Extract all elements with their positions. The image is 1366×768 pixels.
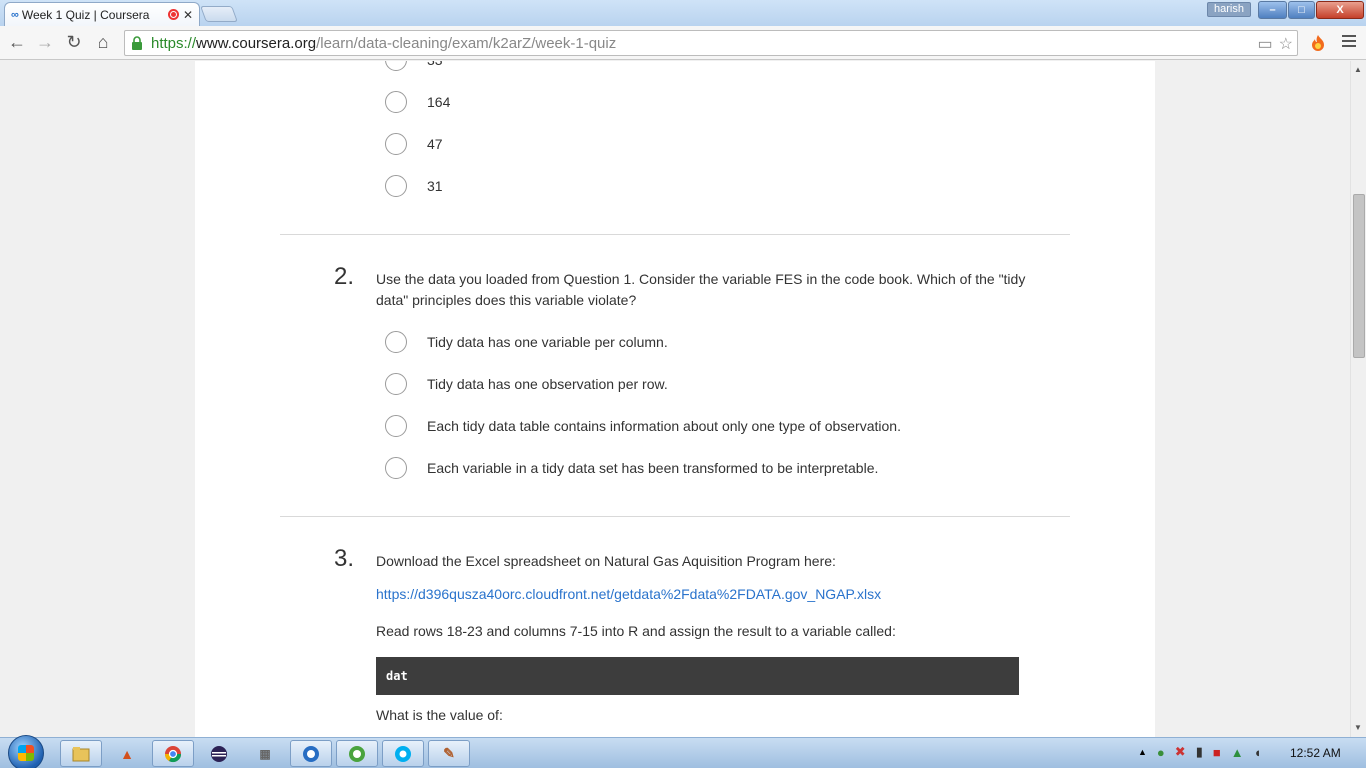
q2-option-3[interactable]: Each tidy data table contains informatio… [385, 415, 901, 437]
browser-menu-icon[interactable] [1342, 35, 1356, 50]
home-icon[interactable]: ⌂ [92, 31, 114, 53]
q3-followup: What is the value of: [376, 707, 503, 723]
minimize-button[interactable]: – [1258, 1, 1287, 19]
cast-icon[interactable]: ▭ [1258, 34, 1273, 54]
q2-option-4-label: Each variable in a tidy data set has bee… [427, 460, 879, 476]
tray-expand-icon[interactable]: ▲ [1138, 747, 1147, 757]
url-path: /learn/data-cleaning/exam/k2arZ/week-1-q… [316, 34, 617, 52]
paint-icon[interactable]: ✎ [428, 740, 470, 767]
q1-option-4-label: 31 [427, 178, 443, 194]
q1-option-3-label: 47 [427, 136, 443, 152]
forward-arrow-icon[interactable]: → [34, 31, 56, 53]
system-tray: ▲ ● ✖ ▮ ■ ▲ ◖ [1138, 744, 1261, 760]
tab-close-button[interactable]: ✕ [183, 8, 193, 22]
user-profile-badge[interactable]: harish [1207, 2, 1251, 17]
page-viewport: 33 164 47 31 2. Use the data you loaded … [0, 61, 1350, 737]
utorrent-icon[interactable] [336, 740, 378, 767]
r-studio-icon[interactable] [290, 740, 332, 767]
network-globe-icon[interactable]: ● [1157, 745, 1165, 760]
spreadsheet-link[interactable]: https://d396qusza40orc.cloudfront.net/ge… [376, 586, 881, 602]
q2-option-1[interactable]: Tidy data has one variable per column. [385, 331, 668, 353]
q2-option-2-radio[interactable] [385, 373, 407, 395]
q1-option-3[interactable]: 47 [385, 133, 443, 155]
drive-tray-icon[interactable]: ▲ [1231, 745, 1244, 760]
scrollbar-thumb[interactable] [1353, 194, 1365, 358]
file-explorer-icon[interactable] [60, 740, 102, 767]
code-block: dat [376, 657, 1019, 695]
q3-number: 3. [334, 545, 355, 572]
eclipse-icon[interactable] [198, 740, 240, 767]
q2-option-1-label: Tidy data has one variable per column. [427, 334, 668, 350]
reload-icon[interactable]: ↻ [63, 31, 85, 53]
q2-number: 2. [334, 263, 355, 290]
q2-option-1-radio[interactable] [385, 331, 407, 353]
q3-instruction: Read rows 18-23 and columns 7-15 into R … [376, 623, 896, 639]
back-arrow-icon[interactable]: ← [6, 31, 28, 53]
chrome-icon[interactable] [152, 740, 194, 767]
taskbar-clock: 12:52 AM [1290, 746, 1341, 760]
q1-option-4-radio[interactable] [385, 175, 407, 197]
bookmark-star-icon[interactable]: ☆ [1279, 34, 1293, 54]
question-divider [280, 234, 1070, 235]
browser-tab[interactable]: ∞ Week 1 Quiz | Coursera ✕ [4, 2, 200, 26]
volume-icon[interactable]: ◖ [1254, 745, 1262, 760]
matlab-icon[interactable]: ▲ [106, 740, 148, 767]
q1-option-1-label: 33 [427, 61, 443, 68]
q1-option-2-radio[interactable] [385, 91, 407, 113]
q2-option-4[interactable]: Each variable in a tidy data set has bee… [385, 457, 878, 479]
start-button[interactable] [8, 735, 44, 768]
q1-option-1-radio[interactable] [385, 61, 407, 71]
address-bar[interactable]: https://www.coursera.org/learn/data-clea… [124, 30, 1298, 56]
url-scheme: https:// [151, 34, 197, 52]
q2-option-4-radio[interactable] [385, 457, 407, 479]
url-host: www.coursera.org [196, 34, 317, 52]
calculator-icon[interactable]: ▦ [244, 740, 286, 767]
maximize-button[interactable]: □ [1288, 1, 1315, 19]
q1-option-4[interactable]: 31 [385, 175, 443, 197]
q2-option-2[interactable]: Tidy data has one observation per row. [385, 373, 668, 395]
tab-title: Week 1 Quiz | Coursera [21, 7, 150, 22]
extension-flame-icon[interactable] [1308, 33, 1328, 53]
q2-option-3-label: Each tidy data table contains informatio… [427, 418, 901, 434]
q1-option-1[interactable]: 33 [385, 61, 443, 71]
q1-option-2-label: 164 [427, 94, 451, 110]
scroll-up-icon[interactable]: ▲ [1354, 65, 1362, 74]
page-scrollbar[interactable]: ▲ ▼ [1350, 61, 1366, 737]
lock-icon [132, 36, 142, 50]
q2-option-3-radio[interactable] [385, 415, 407, 437]
q1-option-2[interactable]: 164 [385, 91, 450, 113]
window-titlebar: ∞ Week 1 Quiz | Coursera ✕ harish – □ X [0, 0, 1366, 26]
question-divider [280, 516, 1070, 517]
signal-bars-icon[interactable]: ▮ [1196, 744, 1203, 760]
app-tray-icon[interactable]: ■ [1213, 745, 1221, 760]
new-tab-button[interactable] [200, 6, 238, 22]
browser-toolbar: ← → ↻ ⌂ https://www.coursera.org/learn/d… [0, 26, 1366, 60]
q2-option-2-label: Tidy data has one observation per row. [427, 376, 668, 392]
q3-intro: Download the Excel spreadsheet on Natura… [376, 553, 836, 569]
windows-taskbar: ▲ ▦ ✎ ▲ ● ✖ ▮ ■ ▲ ◖ 12:52 AM [0, 735, 1366, 768]
recording-indicator-icon [167, 9, 179, 20]
skype-icon[interactable] [382, 740, 424, 767]
q1-option-3-radio[interactable] [385, 133, 407, 155]
close-window-button[interactable]: X [1316, 1, 1364, 19]
flag-alert-icon[interactable]: ✖ [1175, 744, 1186, 760]
quiz-page: 33 164 47 31 2. Use the data you loaded … [195, 61, 1155, 737]
scroll-down-icon[interactable]: ▼ [1354, 723, 1362, 732]
q2-text: Use the data you loaded from Question 1.… [376, 271, 1026, 308]
coursera-favicon-icon: ∞ [11, 8, 19, 21]
